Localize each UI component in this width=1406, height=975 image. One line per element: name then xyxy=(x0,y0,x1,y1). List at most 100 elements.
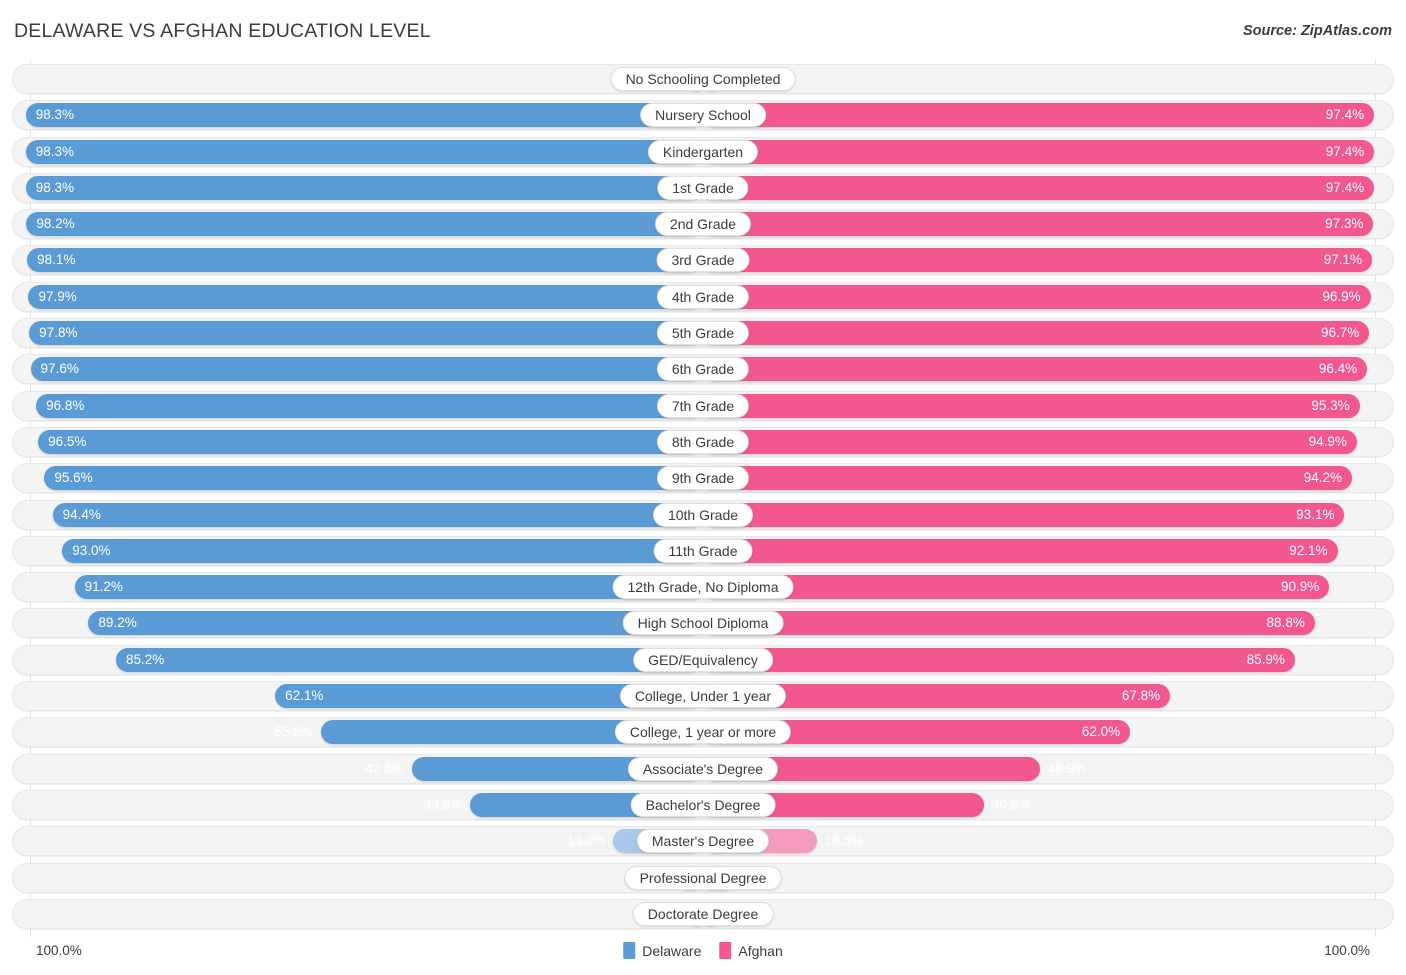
delaware-half: 94.4% xyxy=(14,502,703,527)
axis-label-left: 100.0% xyxy=(36,943,82,958)
chart-footer: 100.0% Delaware Afghan 100.0% xyxy=(0,937,1406,975)
delaware-bar[interactable]: 97.8% xyxy=(29,321,703,346)
delaware-bar[interactable]: 94.4% xyxy=(52,502,703,527)
delaware-value-label: 33.8% xyxy=(423,796,463,812)
afghan-value-label: 93.1% xyxy=(1296,506,1335,522)
afghan-bar[interactable]: 95.3% xyxy=(703,393,1360,418)
delaware-bar[interactable]: 98.2% xyxy=(26,212,703,237)
category-label: 7th Grade xyxy=(656,393,750,418)
afghan-value-label: 85.9% xyxy=(1246,651,1285,667)
delaware-bar[interactable]: 97.6% xyxy=(30,357,703,382)
delaware-bar[interactable]: 96.5% xyxy=(38,429,703,454)
legend-item[interactable]: Delaware xyxy=(623,942,701,959)
bar-row: 13.0% 16.5% Master's Degree xyxy=(12,826,1394,857)
afghan-half: 48.9% xyxy=(703,756,1392,781)
afghan-bar[interactable]: 97.4% xyxy=(703,175,1375,200)
afghan-half: 97.4% xyxy=(703,103,1392,128)
afghan-value-label: 97.1% xyxy=(1323,252,1363,268)
afghan-bar[interactable]: 96.4% xyxy=(703,357,1368,382)
delaware-half: 13.0% xyxy=(14,829,703,854)
delaware-half: 62.1% xyxy=(14,684,703,709)
delaware-half: 33.8% xyxy=(14,792,703,817)
afghan-half: 95.3% xyxy=(703,393,1392,418)
delaware-half: 91.2% xyxy=(14,575,703,600)
delaware-half: 97.6% xyxy=(14,357,703,382)
afghan-bar[interactable]: 94.2% xyxy=(703,466,1353,491)
category-label: Bachelor's Degree xyxy=(630,792,776,817)
delaware-value-label: 93.0% xyxy=(72,542,111,558)
afghan-value-label: 94.2% xyxy=(1303,470,1343,486)
afghan-bar[interactable]: 97.4% xyxy=(703,139,1375,164)
bar-row: 33.8% 40.8% Bachelor's Degree xyxy=(12,789,1394,820)
axis-label-right: 100.0% xyxy=(1324,943,1370,958)
delaware-bar[interactable]: 98.3% xyxy=(25,139,703,164)
bar-row: 98.1% 97.1% 3rd Grade xyxy=(12,245,1394,276)
afghan-value-label: 48.9% xyxy=(1047,760,1087,776)
afghan-half: 67.8% xyxy=(703,684,1392,709)
afghan-half: 4.7% xyxy=(703,865,1392,890)
category-label: 5th Grade xyxy=(656,321,750,346)
delaware-value-label: 98.3% xyxy=(35,179,74,195)
afghan-value-label: 96.9% xyxy=(1322,288,1361,304)
afghan-half: 40.8% xyxy=(703,792,1392,817)
delaware-bar[interactable]: 85.2% xyxy=(115,647,703,672)
afghan-value-label: 62.0% xyxy=(1081,724,1121,740)
category-label: 4th Grade xyxy=(656,284,750,309)
bar-row: 94.4% 93.1% 10th Grade xyxy=(12,499,1394,530)
afghan-value-label: 97.3% xyxy=(1325,216,1364,232)
delaware-value-label: 98.3% xyxy=(35,143,74,159)
bar-row: 98.3% 97.4% 1st Grade xyxy=(12,172,1394,203)
category-label: College, Under 1 year xyxy=(619,684,787,709)
category-label: 8th Grade xyxy=(656,429,750,454)
afghan-value-label: 94.9% xyxy=(1308,433,1347,449)
bar-row: 96.8% 95.3% 7th Grade xyxy=(12,390,1394,421)
bar-row: 1.7%2.6%No Schooling Completed xyxy=(12,64,1394,94)
delaware-bar[interactable]: 89.2% xyxy=(88,611,703,636)
delaware-value-label: 94.4% xyxy=(62,506,101,522)
afghan-value-label: 96.7% xyxy=(1320,325,1360,341)
afghan-bar[interactable]: 94.9% xyxy=(703,429,1357,454)
afghan-half: 97.3% xyxy=(703,212,1392,237)
afghan-value-label: 90.9% xyxy=(1281,579,1320,595)
afghan-bar[interactable]: 90.9% xyxy=(703,575,1330,600)
delaware-value-label: 13.0% xyxy=(567,833,606,849)
legend-item[interactable]: Afghan xyxy=(719,942,783,959)
delaware-half: 96.8% xyxy=(14,393,703,418)
afghan-value-label: 67.8% xyxy=(1121,688,1161,704)
afghan-bar[interactable]: 92.1% xyxy=(703,538,1338,563)
bar-row: 97.6% 96.4% 6th Grade xyxy=(12,354,1394,385)
afghan-bar[interactable]: 97.3% xyxy=(703,212,1374,237)
delaware-bar[interactable]: 91.2% xyxy=(74,575,703,600)
delaware-bar[interactable]: 97.9% xyxy=(28,284,703,309)
delaware-bar[interactable]: 95.6% xyxy=(44,466,703,491)
afghan-bar[interactable]: 93.1% xyxy=(703,502,1345,527)
delaware-half: 98.1% xyxy=(14,248,703,273)
afghan-bar[interactable]: 85.9% xyxy=(703,647,1295,672)
afghan-half: 96.9% xyxy=(703,284,1392,309)
afghan-bar[interactable]: 88.8% xyxy=(703,611,1315,636)
afghan-bar[interactable]: 97.4% xyxy=(703,103,1375,128)
category-label: GED/Equivalency xyxy=(633,647,773,672)
legend-label: Afghan xyxy=(738,942,783,959)
afghan-bar[interactable]: 97.1% xyxy=(703,248,1373,273)
chart-header: DELAWARE VS AFGHAN EDUCATION LEVEL Sourc… xyxy=(0,0,1406,58)
delaware-value-label: 89.2% xyxy=(98,615,137,631)
delaware-bar[interactable]: 98.3% xyxy=(25,103,703,128)
bar-row: 1.6%2.0%Doctorate Degree xyxy=(12,898,1394,929)
category-label: Professional Degree xyxy=(624,865,782,890)
category-label: Nursery School xyxy=(640,103,766,128)
delaware-bar[interactable]: 98.3% xyxy=(25,175,703,200)
afghan-half: 94.9% xyxy=(703,429,1392,454)
delaware-half: 98.3% xyxy=(14,139,703,164)
afghan-bar[interactable]: 96.9% xyxy=(703,284,1371,309)
bar-row: 89.2% 88.8% High School Diploma xyxy=(12,608,1394,639)
delaware-value-label: 97.9% xyxy=(38,288,77,304)
afghan-half: 96.4% xyxy=(703,357,1392,382)
delaware-bar[interactable]: 93.0% xyxy=(62,538,703,563)
delaware-bar[interactable]: 98.1% xyxy=(27,248,703,273)
delaware-bar[interactable]: 96.8% xyxy=(36,393,703,418)
delaware-value-label: 62.1% xyxy=(285,688,324,704)
chart-plot-area: 1.7%2.6%No Schooling Completed 98.3% 97.4%… xyxy=(12,60,1394,937)
afghan-bar[interactable]: 96.7% xyxy=(703,321,1370,346)
afghan-value-label: 88.8% xyxy=(1266,615,1305,631)
